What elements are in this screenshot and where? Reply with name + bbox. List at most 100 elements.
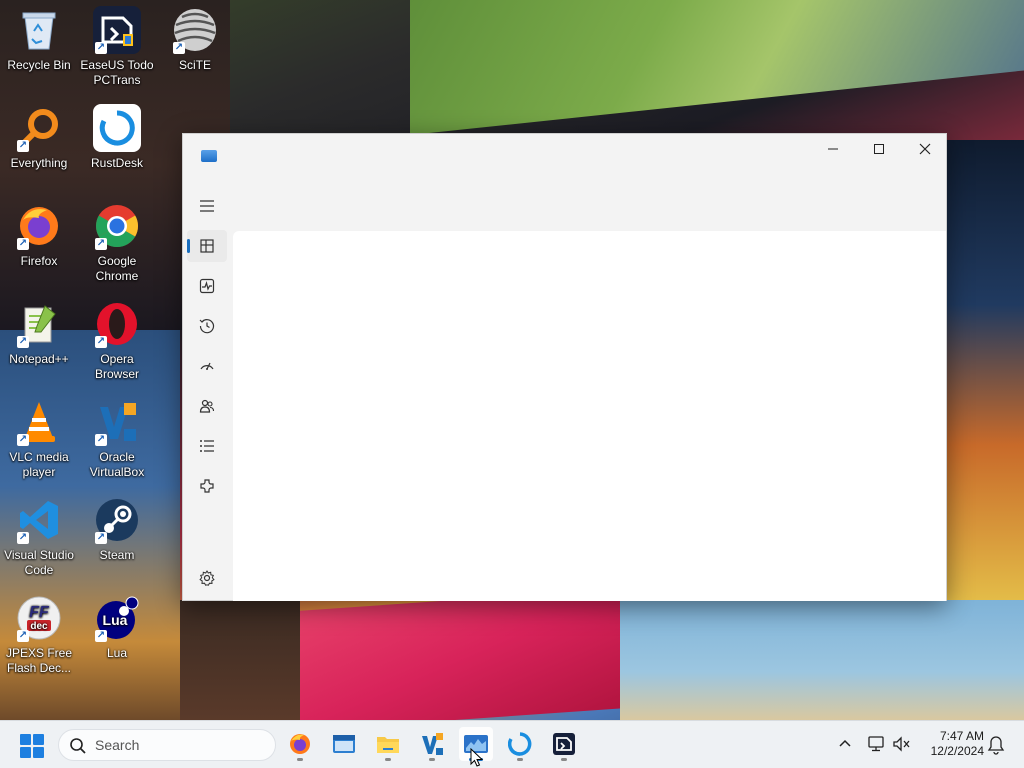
taskbar-app-terminal[interactable] — [327, 727, 361, 761]
running-indicator — [429, 758, 435, 761]
wallpaper-minecraft — [410, 0, 1024, 135]
desktop-icon-label: Steam — [99, 548, 135, 562]
nav-startup-apps[interactable] — [187, 350, 227, 382]
easeus-icon — [553, 733, 575, 755]
desktop-icon-label: Google Chrome — [95, 254, 139, 283]
desktop-icon-label: JPEXS Free Flash Dec... — [5, 646, 73, 675]
clock[interactable]: 7:47 AM 12/2/2024 — [920, 729, 984, 759]
desktop-icon-everything[interactable]: ↗ Everything — [0, 104, 78, 171]
notification-bell-icon[interactable] — [986, 735, 1006, 755]
close-button[interactable] — [902, 134, 948, 164]
svg-text:FF: FF — [29, 604, 50, 621]
scite-icon: ↗ — [171, 6, 219, 54]
close-icon — [919, 143, 931, 155]
wallpaper-panel — [270, 587, 640, 720]
clock-date: 12/2/2024 — [930, 744, 984, 758]
desktop-icon-steam[interactable]: ↗ Steam — [78, 496, 156, 563]
desktop-icon-label: Notepad++ — [9, 352, 69, 366]
lua-icon: Lua ↗ — [93, 594, 141, 642]
nav-services[interactable] — [187, 470, 227, 502]
running-indicator — [517, 758, 523, 761]
performance-icon — [199, 278, 215, 294]
opera-icon: ↗ — [93, 300, 141, 348]
nav-performance[interactable] — [187, 270, 227, 302]
wallpaper-panel — [180, 600, 300, 720]
desktop-icon-opera[interactable]: ↗ Opera Browser — [78, 300, 156, 382]
shortcut-arrow-icon: ↗ — [95, 532, 107, 544]
virtualbox-icon — [422, 733, 443, 755]
users-icon — [199, 399, 215, 413]
nav-app-history[interactable] — [187, 310, 227, 342]
nav-users[interactable] — [187, 390, 227, 422]
desktop-icon-virtualbox[interactable]: ↗ Oracle VirtualBox — [78, 398, 156, 480]
search-box[interactable]: Search — [58, 729, 276, 761]
desktop-icon-scite[interactable]: ↗ SciTE — [156, 6, 234, 73]
shortcut-arrow-icon: ↗ — [17, 238, 29, 250]
nav-processes[interactable] — [187, 230, 227, 262]
shortcut-arrow-icon: ↗ — [17, 140, 29, 152]
shortcut-arrow-icon: ↗ — [95, 336, 107, 348]
shortcut-arrow-icon: ↗ — [17, 532, 29, 544]
everything-icon: ↗ — [15, 104, 63, 152]
maximize-icon — [874, 144, 884, 154]
taskbar-app-virtualbox[interactable] — [415, 727, 449, 761]
title-bar[interactable] — [183, 134, 946, 180]
wallpaper-panel — [620, 600, 1024, 720]
shortcut-arrow-icon: ↗ — [95, 238, 107, 250]
desktop-icon-firefox[interactable]: ↗ Firefox — [0, 202, 78, 269]
file-explorer-icon — [377, 737, 399, 753]
hamburger-menu-button[interactable] — [195, 194, 219, 218]
desktop-icon-label: Oracle VirtualBox — [89, 450, 145, 479]
nav-details[interactable] — [187, 430, 227, 462]
shortcut-arrow-icon: ↗ — [17, 630, 29, 642]
desktop-icon-easeus[interactable]: ↗ EaseUS Todo PCTrans — [78, 6, 156, 88]
desktop-icon-label: Opera Browser — [94, 352, 139, 381]
details-icon — [200, 440, 214, 452]
windows-logo-icon — [20, 734, 31, 745]
vlc-icon: ↗ — [15, 398, 63, 446]
taskbar-app-file-explorer[interactable] — [371, 727, 405, 761]
maximize-button[interactable] — [856, 134, 902, 164]
rustdesk-icon — [508, 732, 532, 756]
desktop-icon-label: Recycle Bin — [7, 58, 71, 72]
content-pane — [233, 231, 946, 601]
taskbar-app-firefox[interactable] — [283, 727, 317, 761]
desktop-icon-vscode[interactable]: ↗ Visual Studio Code — [0, 496, 78, 578]
task-manager-app-icon — [201, 150, 217, 162]
desktop-icon-rustdesk[interactable]: RustDesk — [78, 104, 156, 171]
volume-muted-icon[interactable] — [892, 735, 912, 753]
desktop-icon-label: Visual Studio Code — [4, 548, 74, 577]
nav-settings[interactable] — [187, 562, 227, 594]
desktop-icon-label: RustDesk — [90, 156, 143, 170]
shortcut-arrow-icon: ↗ — [17, 336, 29, 348]
shortcut-arrow-icon: ↗ — [173, 42, 185, 54]
windows-terminal-icon — [333, 735, 355, 753]
hamburger-icon — [200, 200, 214, 212]
wallpaper-panel — [945, 140, 1024, 610]
settings-icon — [199, 570, 215, 586]
desktop-icon-label: EaseUS Todo PCTrans — [80, 58, 154, 87]
minimize-button[interactable] — [810, 134, 856, 164]
desktop-icon-vlc[interactable]: ↗ VLC media player — [0, 398, 78, 480]
startup-icon — [200, 362, 214, 370]
clock-time: 7:47 AM — [939, 729, 984, 743]
desktop-icon-chrome[interactable]: ↗ Google Chrome — [78, 202, 156, 284]
steam-icon: ↗ — [93, 496, 141, 544]
desktop-icon-recycle-bin[interactable]: Recycle Bin — [0, 6, 78, 73]
running-indicator — [297, 758, 303, 761]
desktop-icon-lua[interactable]: Lua ↗ Lua — [78, 594, 156, 661]
shortcut-arrow-icon: ↗ — [95, 42, 107, 54]
taskbar-app-easeus[interactable] — [547, 727, 581, 761]
chevron-up-icon[interactable] — [836, 735, 854, 753]
processes-icon — [200, 239, 214, 253]
mouse-cursor-icon — [470, 748, 484, 767]
history-icon — [199, 319, 215, 334]
network-icon[interactable] — [866, 735, 886, 753]
start-button[interactable] — [20, 734, 44, 758]
taskbar-app-rustdesk[interactable] — [503, 727, 537, 761]
desktop-icon-notepadpp[interactable]: ↗ Notepad++ — [0, 300, 78, 367]
shortcut-arrow-icon: ↗ — [17, 434, 29, 446]
desktop-icon-jpexs[interactable]: FF dec ↗ JPEXS Free Flash Dec... — [0, 594, 78, 676]
search-placeholder: Search — [95, 737, 140, 753]
virtualbox-icon: ↗ — [93, 398, 141, 446]
